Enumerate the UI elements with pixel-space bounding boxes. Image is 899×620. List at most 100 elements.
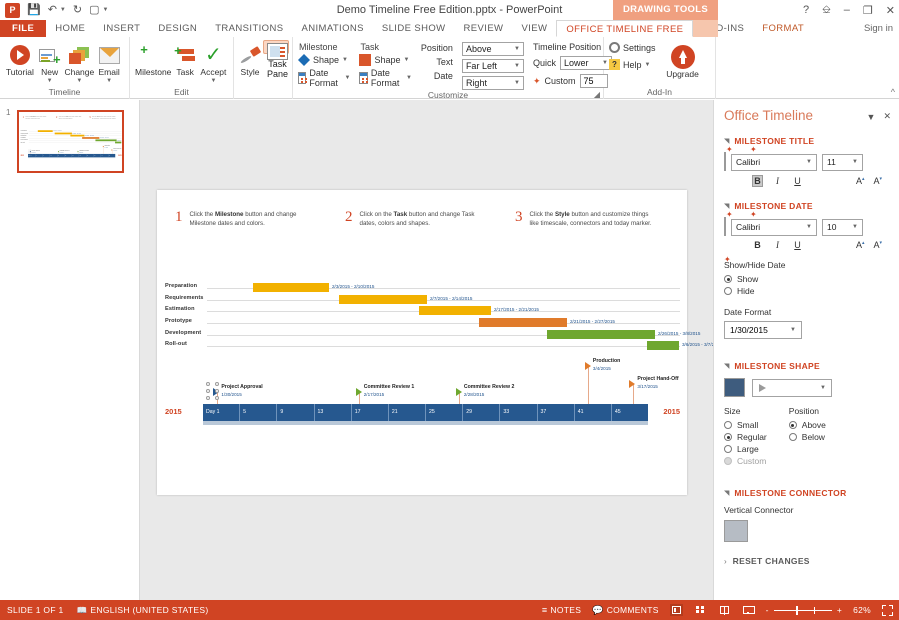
slide-thumbnail-1[interactable]: 1Click the Milestone button and change M… <box>17 110 124 173</box>
task-bar[interactable] <box>115 142 121 144</box>
section-milestone-shape[interactable]: ◥ MILESTONE SHAPE <box>724 361 889 371</box>
undo-dropdown-icon[interactable]: ▼ <box>60 7 66 13</box>
language-status[interactable]: 📖 ENGLISH (UNITED STATES) <box>77 605 209 616</box>
close-button[interactable]: ✕ <box>886 4 895 17</box>
email-dropdown-icon[interactable]: ▼ <box>106 78 112 84</box>
milestone-date-grow-font-button[interactable]: A▴ <box>856 240 865 250</box>
tab-slide-show[interactable]: SLIDE SHOW <box>373 20 455 37</box>
size-large-radio[interactable] <box>724 445 732 453</box>
minimize-button[interactable]: – <box>844 4 850 16</box>
timeline-axis-bar[interactable]: Day 159131721252933374145 <box>203 404 648 421</box>
slide-canvas[interactable]: 1Click the Milestone button and change M… <box>157 190 687 495</box>
milestone-title-grow-font-button[interactable]: A▴ <box>856 176 865 186</box>
tab-home[interactable]: HOME <box>46 20 94 37</box>
task-date-format-dropdown-icon[interactable]: ▼ <box>406 75 412 81</box>
sign-in-link[interactable]: Sign in <box>864 20 893 37</box>
section-milestone-connector[interactable]: ◥ MILESTONE CONNECTOR <box>724 488 889 498</box>
zoom-out-button[interactable]: - <box>766 605 769 615</box>
normal-view-button[interactable] <box>670 604 683 616</box>
tab-file[interactable]: FILE <box>0 20 46 37</box>
chevron-down-icon[interactable]: ▼ <box>514 63 520 69</box>
section-milestone-date[interactable]: ◥ MILESTONE DATE <box>724 201 889 211</box>
hide-date-radio-row[interactable]: Hide <box>724 286 889 296</box>
milestone-shape-select[interactable]: ▼ <box>752 379 832 397</box>
zoom-in-button[interactable]: + <box>837 605 842 615</box>
chevron-down-icon[interactable]: ▼ <box>514 80 520 86</box>
new-timeline-button[interactable]: + New ▼ <box>35 40 65 84</box>
position-below-radio[interactable] <box>789 433 797 441</box>
size-small-radio[interactable] <box>724 421 732 429</box>
chevron-down-icon[interactable]: ▼ <box>852 224 858 230</box>
change-dropdown-icon[interactable]: ▼ <box>76 78 82 84</box>
ribbon-display-options-icon[interactable]: ⎒ <box>822 4 831 17</box>
tab-design[interactable]: DESIGN <box>149 20 206 37</box>
milestone-shape-button[interactable]: Shape ▼ <box>298 54 350 66</box>
milestone-shape-marker[interactable] <box>629 380 635 388</box>
task-row[interactable]: Prototype2/21/2015 - 2/27/2015 <box>165 317 680 329</box>
change-template-button[interactable]: Change ▼ <box>64 40 94 84</box>
chevron-down-icon[interactable]: ▼ <box>790 322 796 339</box>
task-pane-menu-icon[interactable]: ▼ <box>867 112 876 122</box>
help-button[interactable]: ? Help ▼ <box>609 59 656 70</box>
style-button[interactable]: Style <box>239 40 261 78</box>
chevron-down-icon[interactable]: ▼ <box>806 159 812 165</box>
date-format-select[interactable]: 1/30/2015 ▼ <box>724 321 802 339</box>
custom-radio-icon[interactable]: ✦ <box>533 76 541 87</box>
tab-transitions[interactable]: TRANSITIONS <box>206 20 292 37</box>
zoom-slider[interactable]: - + <box>766 605 842 615</box>
add-task-button[interactable]: + Task <box>171 40 198 78</box>
slide-show-view-button[interactable] <box>742 604 755 616</box>
milestone-title-italic-button[interactable]: I <box>772 176 783 186</box>
milestone-date-bold-button[interactable]: B <box>752 240 763 250</box>
size-small-row[interactable]: Small <box>724 420 767 430</box>
collapse-caret-icon[interactable]: ◥ <box>724 489 729 497</box>
reset-changes-section[interactable]: › RESET CHANGES <box>724 556 889 566</box>
task-bar[interactable] <box>479 318 567 327</box>
milestone-title-underline-button[interactable]: U <box>792 176 803 186</box>
task-shape-button[interactable]: Shape ▼ <box>359 54 411 66</box>
collapse-caret-icon[interactable]: ◥ <box>724 362 729 370</box>
section-milestone-title[interactable]: ◥ MILESTONE TITLE <box>724 136 889 146</box>
position-select[interactable]: Above ▼ <box>462 42 524 56</box>
accept-dropdown-icon[interactable]: ▼ <box>210 78 216 84</box>
collapse-ribbon-icon[interactable]: ^ <box>891 87 895 97</box>
chevron-down-icon[interactable]: ▼ <box>852 159 858 165</box>
task-row[interactable]: Roll-out3/6/2015 - 3/7/2015 <box>165 340 680 352</box>
show-date-radio-row[interactable]: Show <box>724 274 889 284</box>
size-regular-row[interactable]: Regular <box>724 432 767 442</box>
new-dropdown-icon[interactable]: ▼ <box>47 78 53 84</box>
task-bar[interactable] <box>547 330 655 339</box>
tab-review[interactable]: REVIEW <box>455 20 513 37</box>
chevron-down-icon[interactable]: ▼ <box>806 224 812 230</box>
collapse-caret-icon[interactable]: ◥ <box>724 202 729 210</box>
milestone-shape-color-swatch[interactable] <box>724 378 745 397</box>
tutorial-button[interactable]: Tutorial <box>5 40 35 78</box>
hide-date-radio[interactable] <box>724 287 732 295</box>
task-row[interactable]: Estimation2/17/2015 - 2/21/2015 <box>165 305 680 317</box>
milestone-shape-dropdown-icon[interactable]: ▼ <box>342 57 348 63</box>
collapse-caret-icon[interactable]: ◥ <box>724 137 729 145</box>
milestone-shape-marker[interactable] <box>585 362 591 370</box>
notes-button[interactable]: ≡ NOTES <box>542 605 581 615</box>
size-large-row[interactable]: Large <box>724 444 767 454</box>
slide-sorter-view-button[interactable] <box>694 604 707 616</box>
task-row[interactable]: Development2/26/2015 - 3/8/2015 <box>165 329 680 341</box>
task-pane-button[interactable]: Task Pane <box>263 40 289 54</box>
text-select[interactable]: Far Left ▼ <box>462 59 524 73</box>
milestone-title-size-select[interactable]: 11 ▼ <box>822 154 863 171</box>
tab-insert[interactable]: INSERT <box>94 20 149 37</box>
milestone-date-color-swatch[interactable] <box>724 217 726 236</box>
tab-format[interactable]: FORMAT <box>753 20 813 37</box>
undo-icon[interactable]: ↶ <box>48 5 57 16</box>
help-dropdown-icon[interactable]: ▼ <box>645 62 651 68</box>
milestone-title-font-select[interactable]: Calibri ▼ <box>731 154 817 171</box>
customize-qat-icon[interactable]: ▼ <box>103 7 109 13</box>
task-date-format-button[interactable]: Date Format ▼ <box>359 68 411 88</box>
tab-office-timeline-free[interactable]: OFFICE TIMELINE FREE <box>556 20 693 37</box>
expand-caret-icon[interactable]: › <box>724 557 727 566</box>
milestone-date-size-select[interactable]: 10 ▼ <box>822 219 863 236</box>
restore-button[interactable]: ❐ <box>863 4 873 17</box>
save-icon[interactable]: 💾 <box>27 5 41 16</box>
vertical-connector-color-swatch[interactable] <box>724 520 748 542</box>
accept-button[interactable]: ✓ Accept ▼ <box>199 40 228 84</box>
